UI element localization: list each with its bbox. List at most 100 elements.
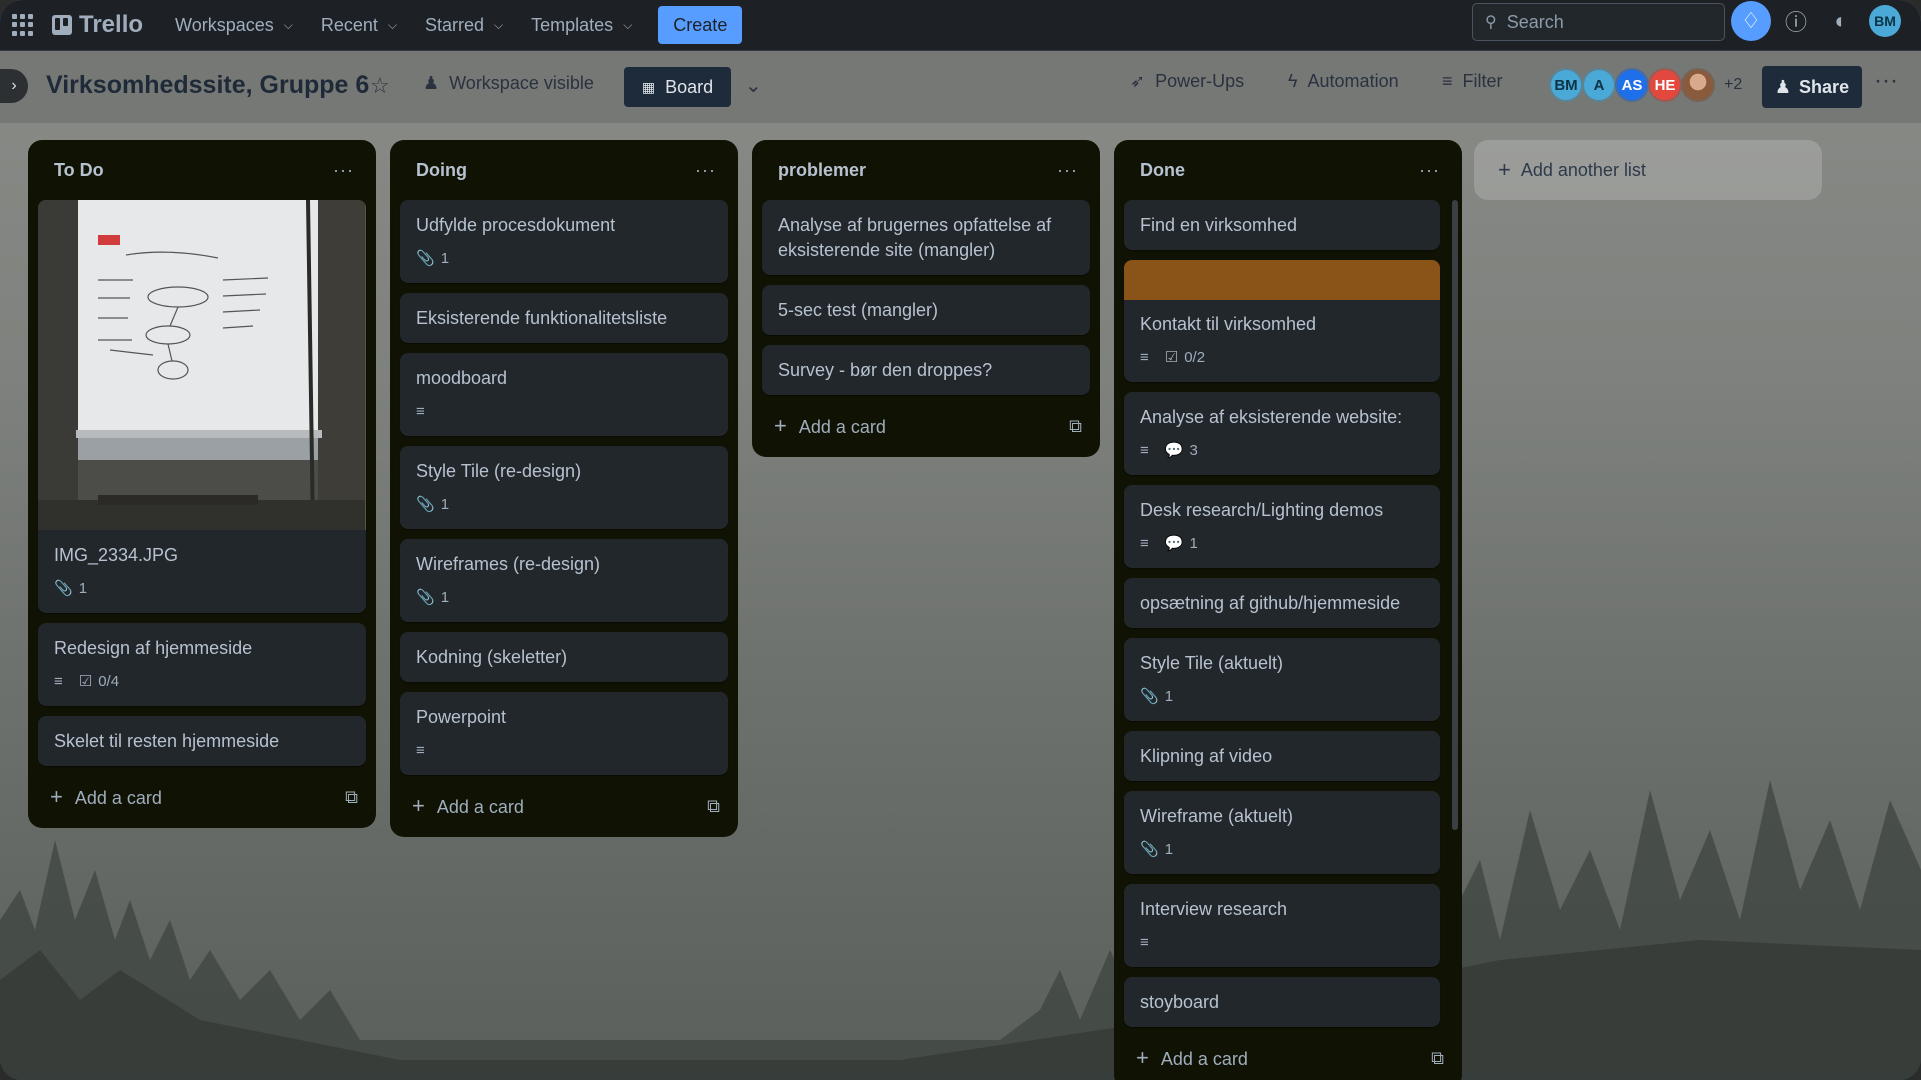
member-avatar-photo[interactable]	[1681, 68, 1715, 102]
automation-button[interactable]: ϟ Automation	[1288, 71, 1399, 92]
list-header: Done ···	[1124, 140, 1452, 200]
help-icon[interactable]: ⓘ	[1776, 1, 1816, 41]
theme-toggle-icon[interactable]: ◐	[1821, 1, 1861, 41]
filter-label: Filter	[1462, 71, 1503, 91]
app-name: Trello	[79, 11, 144, 38]
card[interactable]: Desk research/Lighting demos ≡ 💬 1	[1124, 485, 1440, 568]
nav-workspaces[interactable]: Workspaces ⌵	[161, 5, 307, 45]
card[interactable]: Interview research ≡	[1124, 884, 1440, 967]
card[interactable]: IMG_2334.JPG 📎 1	[38, 200, 366, 613]
add-list-button[interactable]: + Add another list	[1474, 140, 1822, 200]
card[interactable]: Style Tile (aktuelt) 📎 1	[1124, 638, 1440, 721]
more-icon[interactable]: ···	[1874, 67, 1898, 95]
checklist-count: 0/4	[98, 673, 120, 690]
card[interactable]: Style Tile (re-design) 📎 1	[400, 446, 728, 529]
lightning-icon: ϟ	[1288, 71, 1298, 91]
member-avatar[interactable]: BM	[1549, 68, 1583, 102]
card[interactable]: Udfylde procesdokument 📎 1	[400, 200, 728, 283]
share-button[interactable]: ♟ Share	[1762, 66, 1862, 108]
card[interactable]: Eksisterende funktionalitetsliste	[400, 293, 728, 343]
card[interactable]: Kontakt til virksomhed ≡ ☑ 0/2	[1124, 260, 1440, 382]
card-title: Powerpoint	[416, 707, 507, 727]
card[interactable]: moodboard ≡	[400, 353, 728, 436]
add-card-button[interactable]: + Add a card	[774, 413, 886, 439]
plus-icon: +	[50, 784, 63, 809]
nav-templates-label: Templates	[531, 14, 614, 35]
notifications-icon[interactable]: ♢	[1731, 0, 1771, 41]
list-title[interactable]: Doing	[416, 160, 467, 181]
card-title: Kodning (skeletter)	[416, 647, 568, 667]
board-title[interactable]: Virksomhedssite, Gruppe 6	[46, 71, 369, 100]
list-title[interactable]: To Do	[54, 160, 104, 181]
create-from-template-icon[interactable]: ⧉	[707, 796, 720, 817]
chevron-down-icon[interactable]: ⌄	[745, 73, 762, 98]
add-card-label: Add a card	[1160, 1049, 1248, 1069]
nav-templates[interactable]: Templates ⌵	[517, 5, 646, 45]
list-title[interactable]: Done	[1140, 160, 1185, 181]
chevron-down-icon: ⌵	[494, 17, 504, 32]
app-switcher-icon[interactable]	[12, 14, 34, 36]
paperclip-icon: 📎	[1140, 688, 1159, 705]
card[interactable]: Survey - bør den droppes?	[762, 345, 1090, 395]
create-from-template-icon[interactable]: ⧉	[345, 787, 358, 808]
nav-starred[interactable]: Starred ⌵	[411, 5, 517, 45]
card[interactable]: Wireframes (re-design) 📎 1	[400, 539, 728, 622]
list-title[interactable]: problemer	[778, 160, 866, 181]
card[interactable]: Kodning (skeletter)	[400, 632, 728, 682]
description-icon: ≡	[1140, 349, 1149, 366]
create-from-template-icon[interactable]: ⧉	[1069, 416, 1082, 437]
add-card-button[interactable]: + Add a card	[1136, 1045, 1248, 1071]
card-title: Eksisterende funktionalitetsliste	[416, 308, 668, 328]
card[interactable]: Analyse af eksisterende website: ≡ 💬 3	[1124, 392, 1440, 475]
visibility-button[interactable]: ♟ Workspace visible	[423, 73, 594, 94]
create-button[interactable]: Create	[658, 6, 743, 44]
trello-logo[interactable]: Trello	[52, 11, 143, 39]
card[interactable]: Redesign af hjemmeside ≡ ☑ 0/4	[38, 623, 366, 706]
card-badges: ≡	[1140, 930, 1424, 955]
list-menu-icon[interactable]: ···	[695, 160, 716, 181]
list-scrollbar[interactable]	[1452, 200, 1458, 830]
filter-button[interactable]: ≡ Filter	[1442, 71, 1503, 92]
card-title: Udfylde procesdokument	[416, 215, 616, 235]
list-menu-icon[interactable]: ···	[1057, 160, 1078, 181]
user-avatar[interactable]: BM	[1869, 4, 1901, 37]
extra-members-count[interactable]: +2	[1724, 76, 1742, 94]
add-card-button[interactable]: + Add a card	[50, 784, 162, 810]
list-menu-icon[interactable]: ···	[333, 160, 354, 181]
list-menu-icon[interactable]: ···	[1419, 160, 1440, 181]
nav-recent[interactable]: Recent ⌵	[307, 5, 411, 45]
filter-icon: ≡	[1442, 71, 1453, 91]
card[interactable]: Powerpoint ≡	[400, 692, 728, 775]
card-title: Wireframes (re-design)	[416, 554, 601, 574]
board-view-label: Board	[665, 76, 714, 97]
create-from-template-icon[interactable]: ⧉	[1431, 1048, 1444, 1069]
star-icon[interactable]: ☆	[370, 73, 390, 99]
card[interactable]: Analyse af brugernes opfattelse af eksis…	[762, 200, 1090, 275]
card[interactable]: Klipning af video	[1124, 731, 1440, 781]
member-avatar[interactable]: A	[1582, 68, 1616, 102]
card[interactable]: Skelet til resten hjemmeside	[38, 716, 366, 766]
card[interactable]: Find en virksomhed	[1124, 200, 1440, 250]
checkbox-icon: ☑	[1164, 349, 1179, 366]
card-title: Redesign af hjemmeside	[54, 638, 253, 658]
card-title: Klipning af video	[1140, 746, 1273, 766]
checklist-count: 0/2	[1184, 349, 1206, 366]
card-title: moodboard	[416, 368, 508, 388]
card[interactable]: stoyboard	[1124, 977, 1440, 1027]
member-avatar[interactable]: AS	[1615, 68, 1649, 102]
card[interactable]: opsætning af github/hjemmeside	[1124, 578, 1440, 628]
sidebar-toggle-icon[interactable]: ›	[0, 69, 28, 103]
card-cover-image	[38, 200, 366, 531]
card[interactable]: Wireframe (aktuelt) 📎 1	[1124, 791, 1440, 874]
search-input[interactable]: ⚲ Search	[1472, 3, 1725, 41]
comment-count: 1	[1189, 535, 1198, 552]
card-title: Analyse af eksisterende website:	[1140, 407, 1403, 427]
powerups-button[interactable]: ➶ Power-Ups	[1130, 71, 1244, 92]
member-avatar[interactable]: HE	[1648, 68, 1682, 102]
chevron-down-icon: ⌵	[387, 17, 397, 32]
board-view-button[interactable]: ▦ Board	[624, 67, 731, 107]
add-card-row: + Add a card ⧉	[762, 405, 1090, 447]
comment-count: 3	[1189, 442, 1198, 459]
card[interactable]: 5-sec test (mangler)	[762, 285, 1090, 335]
add-card-button[interactable]: + Add a card	[412, 793, 524, 819]
